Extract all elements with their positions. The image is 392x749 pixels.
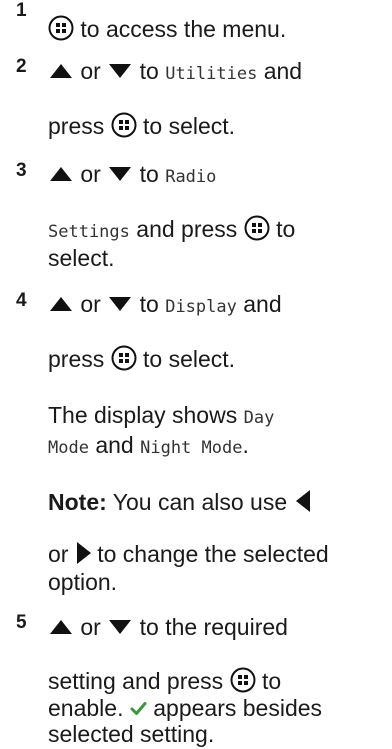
press-text: press — [48, 346, 105, 372]
step-1-text: to access the menu. — [80, 16, 287, 42]
step-number-5: 5 — [16, 612, 27, 633]
to-text: to — [276, 216, 296, 242]
step-5-line-2: setting and press to — [48, 666, 388, 696]
note-text-b: to change the selected — [97, 541, 329, 567]
and-text: and — [263, 58, 303, 84]
day-mode-a: Day — [243, 408, 275, 428]
left-arrow-icon — [295, 489, 310, 512]
step-1-line: to access the menu. — [48, 14, 388, 44]
or-text: or — [48, 541, 69, 567]
up-arrow-icon — [50, 296, 72, 311]
note-text-c: option. — [48, 569, 118, 595]
checkmark-icon — [130, 702, 147, 716]
selected-text: selected setting. — [48, 721, 215, 747]
step-3-line-3: select. — [48, 243, 388, 273]
display-prefix: The display shows — [48, 402, 238, 428]
period: . — [242, 432, 249, 458]
note-label: Note: — [48, 489, 107, 515]
to-text: to — [139, 291, 159, 317]
down-arrow-icon — [109, 296, 132, 311]
and-text: and — [243, 291, 282, 317]
down-arrow-icon — [109, 166, 132, 181]
menu-ok-button-icon — [244, 215, 270, 241]
note-line-2: or to change the selected — [48, 539, 388, 569]
down-arrow-icon — [109, 63, 132, 78]
step-number-1: 1 — [16, 0, 27, 21]
press-text: press — [48, 113, 105, 139]
or-text: or — [80, 58, 101, 84]
up-arrow-icon — [50, 619, 72, 634]
step-number-4: 4 — [16, 290, 27, 311]
step-2-line-2: press to select. — [48, 111, 388, 141]
note-text-a: You can also use — [112, 489, 288, 515]
up-arrow-icon — [50, 166, 72, 181]
to-text: to — [139, 58, 159, 84]
step-2-line-1: or to Utilities and — [48, 56, 388, 89]
step-4-line-2: press to select. — [48, 344, 388, 374]
to-text: to — [139, 161, 159, 187]
setting-text: setting and press — [48, 668, 224, 694]
and-press-text: and press — [136, 216, 238, 242]
down-arrow-icon — [109, 619, 132, 634]
menu-target-radio: Radio — [165, 167, 217, 187]
menu-target-settings: Settings — [48, 222, 130, 242]
or-text: or — [80, 161, 101, 187]
menu-ok-button-icon — [111, 345, 137, 371]
up-arrow-icon — [50, 63, 72, 78]
step-5-to-rest: to the required — [139, 614, 288, 640]
and-text: and — [95, 432, 134, 458]
right-arrow-icon — [76, 541, 91, 564]
display-info-line-1: The display shows Day — [48, 400, 388, 433]
display-info-line-2: Mode and Night Mode. — [48, 430, 388, 463]
menu-ok-button-icon — [48, 15, 74, 41]
step-3-line-1: or to Radio — [48, 159, 388, 192]
note-line-3: option. — [48, 567, 388, 597]
menu-ok-button-icon — [111, 112, 137, 138]
step-5-line-4: selected setting. — [48, 719, 388, 749]
menu-ok-button-icon — [230, 667, 256, 693]
or-text: or — [80, 614, 101, 640]
step-4-end: to select. — [143, 346, 236, 372]
appears-text: appears besides — [153, 695, 323, 721]
menu-target-utilities: Utilities — [165, 64, 258, 84]
day-mode-b: Mode — [48, 438, 89, 458]
menu-target-display: Display — [165, 297, 237, 317]
step-5-line-1: or to the required — [48, 612, 388, 642]
night-mode: Night Mode — [140, 438, 243, 458]
step-3-end: select. — [48, 245, 115, 271]
note-line-1: Note: You can also use — [48, 487, 388, 517]
enable-text: enable. — [48, 695, 124, 721]
step-number-3: 3 — [16, 160, 27, 181]
to-text: to — [261, 668, 282, 694]
or-text: or — [80, 291, 101, 317]
step-2-end: to select. — [143, 113, 236, 139]
step-4-line-1: or to Display and — [48, 289, 388, 322]
step-number-2: 2 — [16, 56, 27, 77]
